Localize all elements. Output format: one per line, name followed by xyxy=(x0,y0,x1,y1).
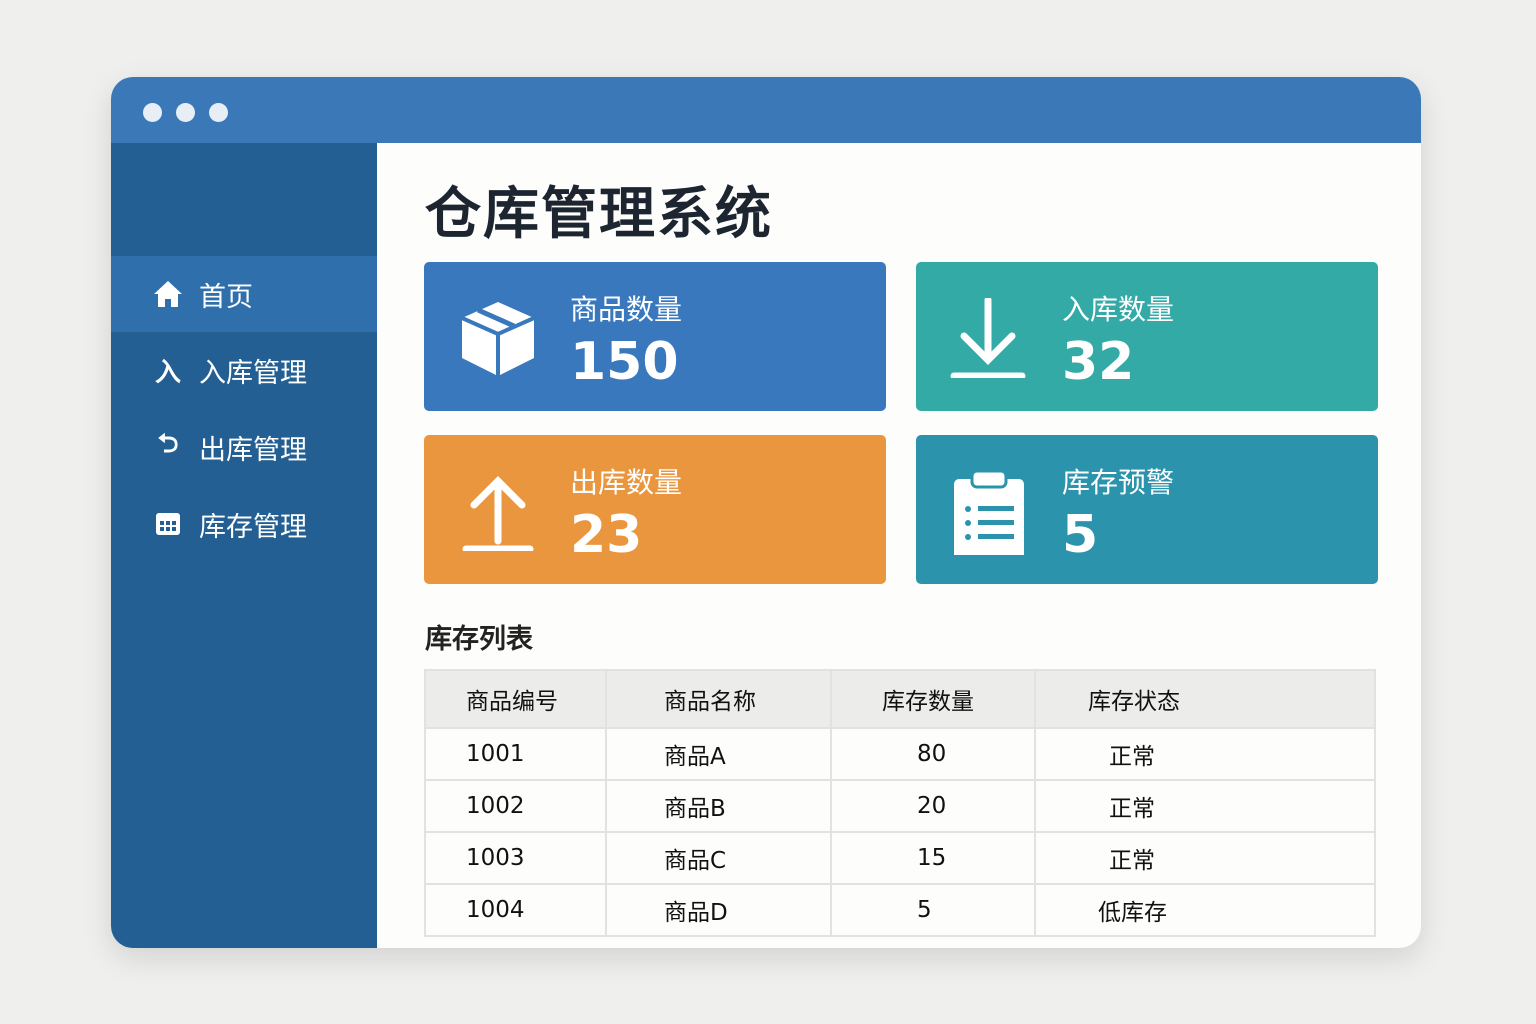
sidebar-item-label: 入库管理 xyxy=(199,357,307,389)
download-icon xyxy=(950,298,1026,378)
table-cell: 80 xyxy=(830,727,1036,781)
window-dot-minimize[interactable] xyxy=(176,103,195,122)
inventory-table: 商品编号 商品名称 库存数量 库存状态 1001 商品A 80 正常 1002 商品B 20… xyxy=(424,669,1376,937)
card-value: 5 xyxy=(1062,505,1099,565)
sidebar-item-label: 出库管理 xyxy=(199,434,307,466)
column-header[interactable]: 商品编号 xyxy=(424,669,607,729)
window-dot-maximize[interactable] xyxy=(209,103,228,122)
column-header[interactable]: 商品名称 xyxy=(605,669,832,729)
card-label: 出库数量 xyxy=(570,466,683,499)
table-cell: 1001 xyxy=(424,727,607,781)
table-cell: 1004 xyxy=(424,883,607,937)
table-cell: 商品B xyxy=(605,779,832,833)
table-cell: 20 xyxy=(830,779,1036,833)
table-row[interactable]: 1001 商品A 80 正常 xyxy=(424,727,1376,781)
table-cell: 低库存 xyxy=(1034,883,1376,937)
table-cell: 1003 xyxy=(424,831,607,885)
column-header[interactable]: 库存状态 xyxy=(1034,669,1376,729)
sidebar-item-outbound[interactable]: ⮌ 出库管理 xyxy=(111,409,377,485)
card-value: 32 xyxy=(1062,332,1135,392)
table-row[interactable]: 1003 商品C 15 正常 xyxy=(424,831,1376,885)
card-product-count[interactable]: 商品数量 150 xyxy=(424,262,886,411)
card-inbound-count[interactable]: 入库数量 32 xyxy=(916,262,1378,411)
table-cell: 正常 xyxy=(1034,831,1376,885)
box-icon xyxy=(461,302,535,376)
sidebar-item-label: 库存管理 xyxy=(199,511,307,543)
table-cell: 正常 xyxy=(1034,727,1376,781)
card-value: 23 xyxy=(570,505,643,565)
sidebar-item-home[interactable]: 首页 xyxy=(111,256,377,332)
card-label: 库存预警 xyxy=(1062,466,1175,499)
sidebar-item-inbound[interactable]: 入 入库管理 xyxy=(111,332,377,408)
table-header-row: 商品编号 商品名称 库存数量 库存状态 xyxy=(424,669,1376,729)
outbound-icon: ⮌ xyxy=(157,429,179,459)
section-title: 库存列表 xyxy=(425,624,533,655)
sidebar-item-inventory[interactable]: 库存管理 xyxy=(111,486,377,562)
table-cell: 1002 xyxy=(424,779,607,833)
column-header[interactable]: 库存数量 xyxy=(830,669,1036,729)
grid-icon xyxy=(151,512,185,536)
table-cell: 15 xyxy=(830,831,1036,885)
table-cell: 正常 xyxy=(1034,779,1376,833)
card-stock-alert[interactable]: 库存预警 5 xyxy=(916,435,1378,584)
table-row[interactable]: 1004 商品D 5 低库存 xyxy=(424,883,1376,937)
sidebar-item-label: 首页 xyxy=(199,281,253,313)
table-row[interactable]: 1002 商品B 20 正常 xyxy=(424,779,1376,833)
table-cell: 商品A xyxy=(605,727,832,781)
title-bar xyxy=(111,77,1421,143)
card-label: 商品数量 xyxy=(570,293,683,326)
page-title: 仓库管理系统 xyxy=(425,182,773,247)
card-label: 入库数量 xyxy=(1062,293,1175,326)
clipboard-icon xyxy=(954,469,1024,555)
sidebar: 首页 入 入库管理 ⮌ 出库管理 库存管理 xyxy=(111,143,377,948)
table-cell: 商品D xyxy=(605,883,832,937)
table-cell: 5 xyxy=(830,883,1036,937)
table-cell: 商品C xyxy=(605,831,832,885)
home-icon xyxy=(151,280,185,308)
card-value: 150 xyxy=(570,332,679,392)
upload-icon xyxy=(462,476,534,551)
inbound-icon: 入 xyxy=(154,357,181,388)
app-window: 首页 入 入库管理 ⮌ 出库管理 库存管理 仓库管理系统 商品数量 150 入库… xyxy=(111,77,1421,948)
window-dot-close[interactable] xyxy=(143,103,162,122)
card-outbound-count[interactable]: 出库数量 23 xyxy=(424,435,886,584)
